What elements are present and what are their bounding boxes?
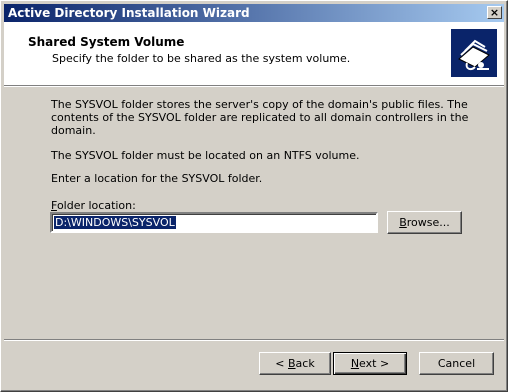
folder-location-label: Folder location:: [51, 199, 136, 212]
description-text: The SYSVOL folder stores the server's co…: [51, 98, 469, 137]
next-button[interactable]: Next >: [333, 352, 407, 375]
folder-location-input[interactable]: D:\WINDOWS\SYSVOL: [50, 212, 378, 233]
header-divider: [4, 85, 504, 87]
close-button[interactable]: ×: [487, 6, 502, 19]
footer-divider: [4, 339, 504, 341]
cancel-button[interactable]: Cancel: [419, 352, 494, 375]
window-title: Active Directory Installation Wizard: [8, 6, 250, 20]
ntfs-note: The SYSVOL folder must be located on an …: [51, 149, 360, 162]
folder-share-icon: [451, 29, 497, 77]
title-bar[interactable]: Active Directory Installation Wizard ×: [4, 4, 504, 22]
wizard-header: Shared System Volume Specify the folder …: [4, 22, 504, 85]
wizard-window: Active Directory Installation Wizard × S…: [0, 0, 508, 392]
folder-location-value: D:\WINDOWS\SYSVOL: [54, 216, 176, 229]
back-button[interactable]: < Back: [259, 352, 331, 375]
page-title: Shared System Volume: [28, 35, 185, 49]
browse-button[interactable]: Browse...: [387, 211, 462, 234]
instruction-text: Enter a location for the SYSVOL folder.: [51, 172, 263, 185]
page-subtitle: Specify the folder to be shared as the s…: [52, 52, 351, 65]
